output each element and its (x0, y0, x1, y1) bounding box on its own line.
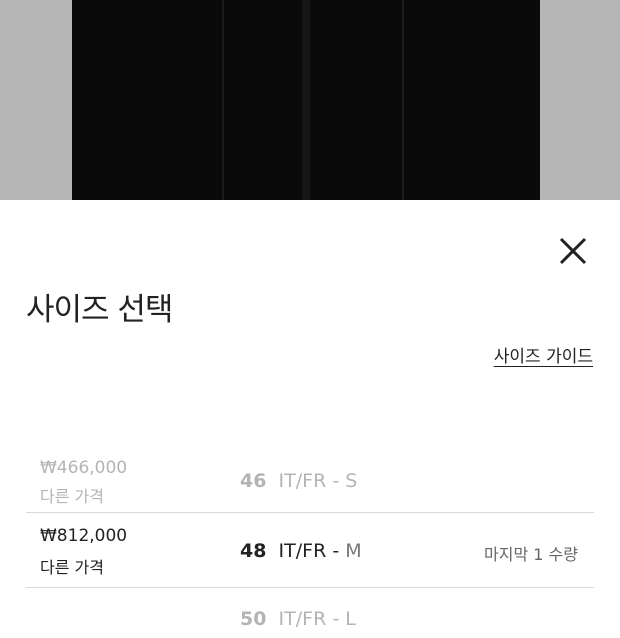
size-number: 48 (240, 540, 267, 562)
size-price: ₩812,000 (40, 526, 128, 546)
row-divider (26, 587, 594, 588)
stock-note: 마지막 1 수량 (484, 545, 578, 564)
size-row-50[interactable]: 50 IT/FR - L (26, 598, 594, 638)
garment-fold (402, 0, 404, 200)
row-divider (26, 512, 594, 513)
size-letter: M (345, 540, 362, 562)
size-system: IT/FR (278, 470, 327, 492)
size-guide-link[interactable]: 사이즈 가이드 (494, 342, 593, 367)
size-dash: - (332, 608, 340, 630)
size-price: ₩466,000 (40, 458, 128, 478)
size-letter: S (345, 470, 358, 492)
size-system: IT/FR (278, 540, 327, 562)
size-dash: - (332, 470, 340, 492)
size-dash: - (332, 540, 340, 562)
size-row-46[interactable]: ₩466,000 다른 가격 46 IT/FR - S (26, 456, 594, 512)
size-letter: L (345, 608, 356, 630)
product-image (0, 0, 620, 200)
size-system: IT/FR (278, 608, 327, 630)
close-icon[interactable] (556, 234, 590, 268)
garment-photo (72, 0, 540, 200)
size-select-sheet: 사이즈 선택 사이즈 가이드 ₩466,000 다른 가격 46 IT/FR -… (0, 200, 620, 630)
garment-fold (222, 0, 224, 200)
size-price-note: 다른 가격 (40, 558, 104, 577)
sheet-title: 사이즈 선택 (26, 292, 173, 328)
size-number: 46 (240, 470, 267, 492)
size-row-48[interactable]: ₩812,000 다른 가격 48 IT/FR - M 마지막 1 수량 (26, 524, 594, 586)
size-price-note: 다른 가격 (40, 487, 104, 506)
garment-split (302, 0, 310, 200)
size-number: 50 (240, 608, 267, 630)
